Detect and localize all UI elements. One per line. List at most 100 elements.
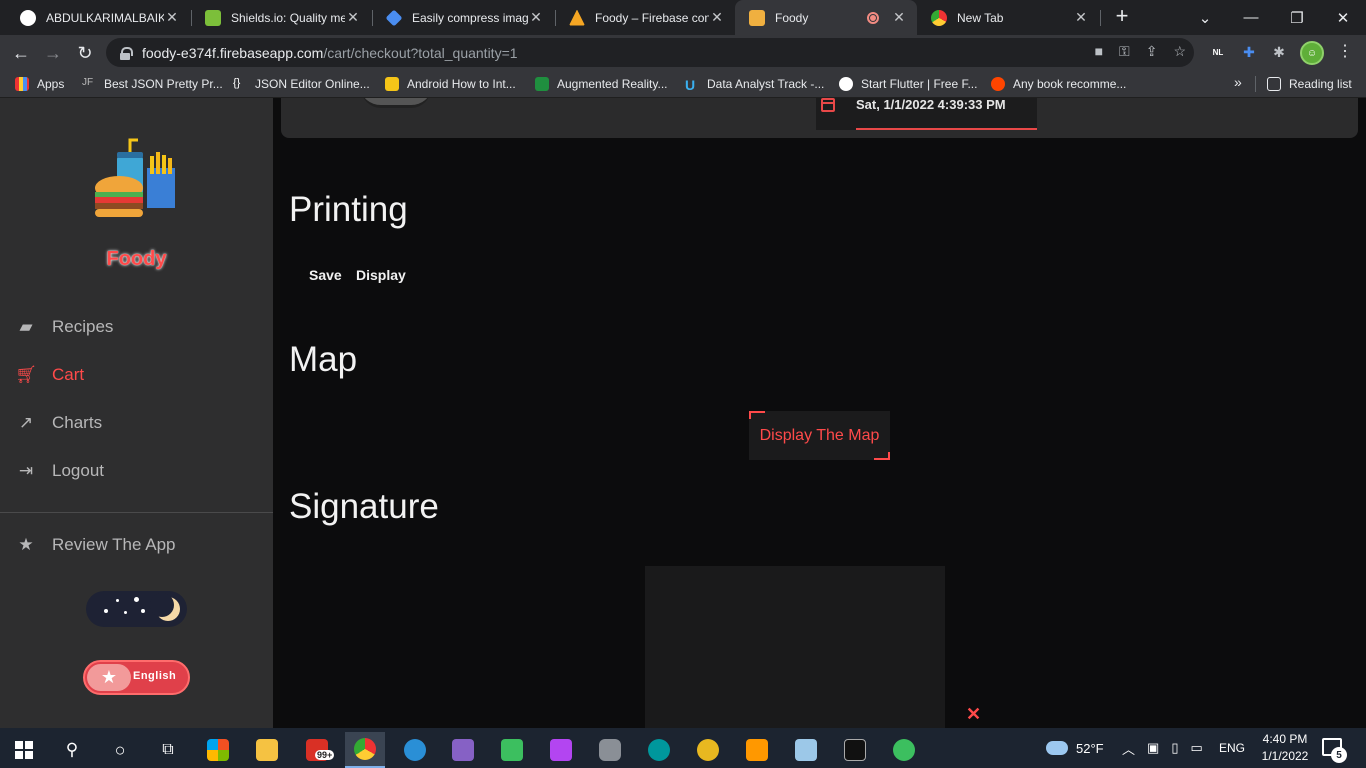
- nav-item-charts[interactable]: ↗ Charts: [16, 411, 102, 435]
- ar-icon: [535, 77, 549, 91]
- foody-logo-icon: [95, 138, 175, 217]
- browser-tab[interactable]: ABDULKARIMALBAIK/ ✕: [6, 0, 190, 35]
- weather-widget[interactable]: 52°F: [1046, 728, 1104, 768]
- star-dot: [104, 609, 108, 613]
- sublime-icon[interactable]: [737, 732, 777, 768]
- bookmarks-overflow-button[interactable]: »: [1234, 74, 1242, 90]
- bookmark-apps[interactable]: Apps: [15, 76, 64, 92]
- bookmark-item[interactable]: Any book recomme...: [991, 76, 1126, 92]
- app-icon[interactable]: [786, 732, 826, 768]
- telegram-icon[interactable]: [884, 732, 924, 768]
- store-app-icon[interactable]: [198, 732, 238, 768]
- database-icon[interactable]: [590, 732, 630, 768]
- close-tab-icon[interactable]: ✕: [345, 9, 361, 26]
- tab-title: Easily compress image: [412, 10, 528, 25]
- close-tab-icon[interactable]: ✕: [528, 9, 544, 26]
- star-bookmark-icon[interactable]: ☆: [1173, 43, 1186, 60]
- close-tab-icon[interactable]: ✕: [709, 9, 725, 26]
- input-language[interactable]: ENG: [1219, 728, 1245, 768]
- display-button[interactable]: Display: [356, 267, 406, 283]
- brand-name: Foody: [106, 248, 167, 270]
- app-icon[interactable]: [492, 732, 532, 768]
- app-icon[interactable]: [688, 732, 728, 768]
- battery-icon[interactable]: ▭: [1190, 740, 1202, 756]
- tab-search-icon[interactable]: ⌄: [1182, 0, 1228, 35]
- url-host: foody-e374f.firebaseapp.com: [142, 44, 324, 61]
- app-icon[interactable]: [395, 732, 435, 768]
- star-dot: [124, 611, 127, 614]
- task-view-icon[interactable]: ⧉: [148, 732, 188, 768]
- bookmark-item[interactable]: Start Flutter | Free F...: [839, 76, 977, 92]
- browser-tab[interactable]: New Tab ✕: [917, 0, 1099, 35]
- nav-item-logout[interactable]: ⇥ Logout: [16, 459, 104, 483]
- bookmark-item[interactable]: Augmented Reality...: [535, 76, 668, 92]
- reload-button[interactable]: ↻: [72, 40, 98, 66]
- chrome-taskbar-icon[interactable]: [345, 732, 385, 768]
- nav-item-cart[interactable]: 🛒︎ Cart: [15, 363, 84, 387]
- close-tab-icon[interactable]: ✕: [1073, 9, 1089, 26]
- forward-button[interactable]: →: [40, 40, 66, 66]
- arduino-icon[interactable]: [639, 732, 679, 768]
- profile-avatar[interactable]: ☺: [1300, 41, 1324, 65]
- visual-studio-icon[interactable]: [443, 732, 483, 768]
- reading-list-button[interactable]: Reading list: [1267, 76, 1352, 92]
- close-tab-icon[interactable]: ✕: [164, 9, 180, 26]
- nav-item-review[interactable]: ★ Review The App: [16, 533, 175, 557]
- browser-tab[interactable]: Easily compress image ✕: [372, 0, 554, 35]
- extensions-puzzle-icon[interactable]: ✱: [1268, 41, 1290, 63]
- restore-button[interactable]: ❐: [1274, 0, 1320, 35]
- search-icon[interactable]: ⚲: [52, 732, 92, 768]
- charts-icon: ↗: [18, 413, 34, 432]
- bookmark-item[interactable]: U Data Analyst Track -...: [685, 76, 824, 93]
- browser-tab[interactable]: Shields.io: Quality met ✕: [191, 0, 371, 35]
- back-button[interactable]: ←: [8, 40, 34, 66]
- device-icon[interactable]: ▣: [1147, 740, 1159, 756]
- browser-tab[interactable]: Foody – Firebase cons ✕: [555, 0, 735, 35]
- phpstorm-icon[interactable]: [541, 732, 581, 768]
- chevron-up-icon[interactable]: ︿: [1122, 739, 1135, 758]
- close-window-button[interactable]: ✕: [1320, 0, 1366, 35]
- url-path: /cart/checkout?total_quantity=1: [323, 44, 518, 61]
- address-bar[interactable]: foody-e374f.firebaseapp.com/cart/checkou…: [106, 38, 1194, 67]
- bookmark-item[interactable]: JF Best JSON Pretty Pr...: [82, 76, 223, 92]
- nav-item-recipes[interactable]: ▰ Recipes: [16, 315, 113, 339]
- url-text[interactable]: foody-e374f.firebaseapp.com/cart/checkou…: [142, 45, 518, 61]
- bookmark-item[interactable]: Android How to Int...: [385, 76, 516, 92]
- share-icon[interactable]: ⇪: [1146, 43, 1158, 60]
- usb-icon[interactable]: ▯: [1171, 740, 1178, 756]
- start-button[interactable]: [4, 732, 44, 768]
- tab-title: Foody: [775, 10, 809, 25]
- chrome-icon: [931, 9, 947, 26]
- bookmark-item[interactable]: {} JSON Editor Online...: [233, 76, 370, 92]
- signature-pad[interactable]: [645, 566, 945, 728]
- mail-app-icon[interactable]: 99+: [297, 732, 337, 768]
- android-icon: [385, 77, 399, 91]
- minimize-button[interactable]: —: [1228, 0, 1274, 35]
- file-explorer-icon[interactable]: [247, 732, 287, 768]
- camera-icon[interactable]: ■: [1095, 43, 1103, 60]
- close-tab-icon[interactable]: ✕: [891, 9, 907, 26]
- extension-nl-icon[interactable]: NL: [1207, 41, 1229, 63]
- new-tab-button[interactable]: +: [1110, 5, 1134, 29]
- key-icon[interactable]: ⚿: [1119, 43, 1130, 60]
- clear-signature-button[interactable]: ✕: [966, 704, 981, 725]
- dark-mode-toggle[interactable]: [86, 591, 187, 627]
- date-picker[interactable]: Sat, 1/1/2022 4:39:33 PM: [816, 98, 1037, 130]
- food-image: [361, 98, 431, 108]
- calendar-icon: [821, 98, 835, 112]
- lock-icon[interactable]: [120, 46, 133, 60]
- date-underline: [856, 128, 1037, 130]
- weather-temp: 52°F: [1076, 740, 1104, 756]
- system-clock[interactable]: 4:40 PM 1/1/2022: [1252, 731, 1318, 765]
- cart-icon: 🛒︎: [15, 365, 37, 384]
- terminal-icon[interactable]: [835, 732, 875, 768]
- clock-time: 4:40 PM: [1262, 732, 1308, 746]
- recording-icon: [867, 11, 879, 24]
- save-button[interactable]: Save: [309, 267, 342, 283]
- display-map-button[interactable]: Display The Map: [749, 411, 890, 460]
- extension-blue-icon[interactable]: ✚: [1238, 41, 1260, 63]
- browser-tab-active[interactable]: Foody ✕: [735, 0, 917, 35]
- language-toggle[interactable]: ★ English: [83, 660, 190, 695]
- cortana-icon[interactable]: ○: [100, 732, 140, 768]
- browser-menu-icon[interactable]: ⋮: [1335, 41, 1355, 61]
